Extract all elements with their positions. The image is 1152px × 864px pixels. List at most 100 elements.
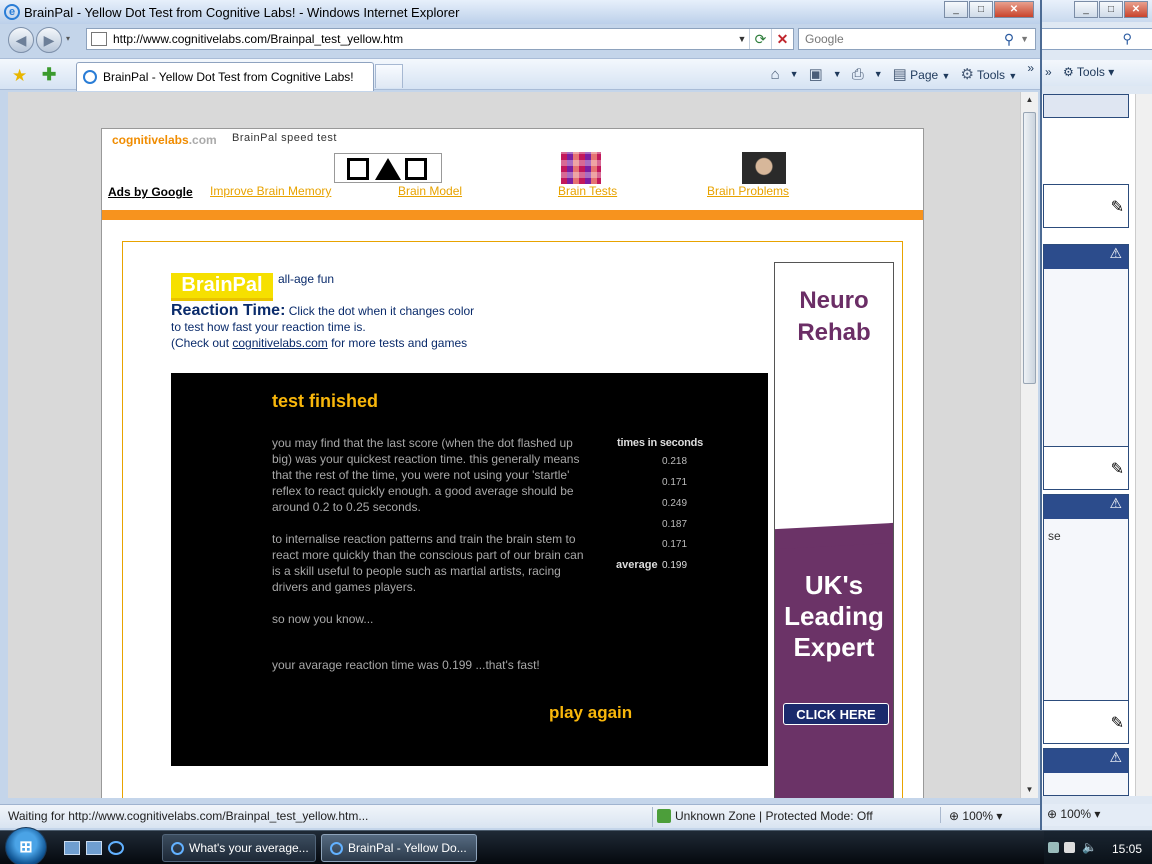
refresh-icon[interactable]: ⟳ — [749, 29, 771, 49]
address-dropdown[interactable]: ▼ — [735, 34, 749, 44]
minimize-button[interactable]: _ — [944, 1, 968, 18]
taskbar-item-average[interactable]: What's your average... — [162, 834, 316, 862]
times-heading: times in seconds — [617, 437, 704, 449]
tools-menu[interactable]: ⚙ Tools ▼ — [960, 65, 1017, 83]
ad-link-brain-model[interactable]: Brain Model — [398, 184, 462, 198]
tab-brainpal[interactable]: BrainPal - Yellow Dot Test from Cognitiv… — [76, 62, 374, 91]
play-again-button[interactable]: play again — [549, 703, 632, 723]
power-icon[interactable] — [1064, 842, 1075, 853]
ie-icon — [330, 842, 343, 855]
clock[interactable]: 15:05 — [1112, 842, 1142, 856]
search-icon[interactable]: ⚲ — [1004, 31, 1014, 48]
game-panel[interactable]: test finished you may find that the last… — [171, 373, 768, 766]
web-page: cognitivelabs.com BrainPal speed test Ad… — [101, 128, 924, 798]
start-button[interactable]: ⊞ — [5, 827, 47, 864]
explanation-paragraph-1: you may find that the last score (when t… — [272, 436, 580, 514]
edit-icon[interactable]: ✎ — [1111, 197, 1124, 217]
page-menu[interactable]: ▤ Page ▼ — [893, 65, 951, 83]
back-button[interactable]: ◀ — [8, 27, 34, 53]
site-subtitle: BrainPal speed test — [232, 132, 337, 144]
search-box[interactable]: Google ⚲ ▼ — [798, 28, 1036, 50]
scroll-thumb[interactable] — [1023, 112, 1036, 384]
favorites-star-icon[interactable]: ★ — [12, 66, 27, 86]
search-dropdown[interactable]: ▼ — [1020, 34, 1029, 44]
reaction-time-intro: Reaction Time: Click the dot when it cha… — [171, 302, 475, 351]
neuro-rehab-ad[interactable]: Neuro Rehab UK's Leading Expert CLICK HERE — [774, 262, 894, 798]
switch-windows-icon[interactable] — [86, 841, 102, 855]
feeds-icon[interactable]: ▣ — [809, 65, 823, 83]
address-input[interactable]: http://www.cognitivelabs.com/Brainpal_te… — [113, 32, 735, 46]
bg-overflow-icon[interactable]: » — [1045, 65, 1052, 79]
ie-icon — [171, 842, 184, 855]
bg-search-icon[interactable]: ⚲ — [1122, 31, 1132, 47]
volume-icon[interactable]: 🔈 — [1082, 840, 1097, 854]
status-bar: Waiting for http://www.cognitivelabs.com… — [0, 804, 1040, 828]
security-zone[interactable]: Unknown Zone | Protected Mode: Off — [652, 807, 873, 827]
browser-window: e BrainPal - Yellow Dot Test from Cognit… — [0, 0, 1042, 830]
forward-button[interactable]: ▶ — [36, 27, 62, 53]
bg-zoom[interactable]: ⊕ 100% ▾ — [1041, 804, 1152, 826]
warning-icon: ⚠ — [1044, 749, 1128, 773]
windows-logo-icon: ⊞ — [19, 839, 33, 856]
bg-command-bar: » ⚙ Tools ▾ — [1041, 60, 1152, 86]
bg-tools-menu[interactable]: ⚙ Tools ▾ — [1063, 65, 1114, 79]
game-explanation: you may find that the last score (when t… — [272, 435, 584, 643]
add-favorites-icon[interactable]: ✚ — [42, 65, 56, 85]
bg-minimize-button[interactable]: _ — [1074, 1, 1098, 18]
edit-icon[interactable]: ✎ — [1111, 459, 1124, 479]
cognitivelabs-link[interactable]: cognitivelabs.com — [232, 336, 327, 350]
ad-link-brain-tests[interactable]: Brain Tests — [558, 184, 617, 198]
search-input[interactable]: Google — [805, 32, 1004, 46]
feeds-dropdown[interactable]: ▼ — [833, 69, 842, 79]
bg-titlebar[interactable]: _ □ ✕ — [1041, 0, 1152, 22]
overflow-chevron-icon[interactable]: » — [1027, 61, 1034, 75]
site-logo[interactable]: cognitivelabs.com — [112, 133, 217, 147]
bg-search-box[interactable]: ⚲ — [1041, 28, 1152, 50]
taskbar: ⊞ What's your average... BrainPal - Yell… — [0, 827, 1152, 864]
ad-click-here-button[interactable]: CLICK HERE — [783, 703, 889, 725]
time-value: 0.218 — [662, 456, 688, 467]
home-icon[interactable]: ⌂ — [771, 66, 780, 83]
scroll-down-arrow[interactable]: ▼ — [1021, 782, 1038, 798]
ad-purple-section: UK's Leading Expert CLICK HERE — [775, 536, 893, 798]
network-icon[interactable] — [1048, 842, 1059, 853]
scroll-up-arrow[interactable]: ▲ — [1021, 92, 1038, 108]
print-icon[interactable]: ⎙ — [852, 66, 864, 83]
titlebar[interactable]: e BrainPal - Yellow Dot Test from Cognit… — [0, 0, 1040, 24]
bg-maximize-button[interactable]: □ — [1099, 1, 1123, 18]
brain-model-thumbnail[interactable] — [334, 153, 442, 183]
vertical-scrollbar[interactable]: ▲ ▼ — [1020, 92, 1038, 798]
show-desktop-icon[interactable] — [64, 841, 80, 855]
home-dropdown[interactable]: ▼ — [790, 69, 799, 79]
system-tray: 🔈 15:05 — [1044, 831, 1152, 864]
navigation-bar: ◀ ▶ ▾ http://www.cognitivelabs.com/Brain… — [0, 26, 1040, 54]
ads-by-google-link[interactable]: Ads by Google — [108, 185, 193, 199]
history-dropdown[interactable]: ▾ — [66, 34, 70, 43]
window-title: BrainPal - Yellow Dot Test from Cognitiv… — [24, 4, 460, 20]
tab-title: BrainPal - Yellow Dot Test from Cognitiv… — [103, 70, 354, 84]
stop-icon[interactable]: ✕ — [771, 29, 793, 49]
bg-close-button[interactable]: ✕ — [1124, 1, 1148, 18]
new-tab-button[interactable] — [375, 64, 403, 88]
address-bar[interactable]: http://www.cognitivelabs.com/Brainpal_te… — [86, 28, 794, 50]
zone-shield-icon — [657, 809, 671, 823]
background-browser-window[interactable]: _ □ ✕ ⚲ » ⚙ Tools ▾ ✎ ⚠ ✎ ⚠ se ✎ ⚠ ⊕ 100… — [1040, 0, 1152, 830]
maximize-button[interactable]: □ — [969, 1, 993, 18]
ad-link-improve-brain-memory[interactable]: Improve Brain Memory — [210, 184, 331, 198]
page-icon — [91, 32, 107, 46]
brain-problems-thumbnail[interactable] — [742, 152, 786, 184]
warning-icon: ⚠ — [1044, 245, 1128, 269]
edit-icon[interactable]: ✎ — [1111, 713, 1124, 733]
print-dropdown[interactable]: ▼ — [874, 69, 883, 79]
ad-link-brain-problems[interactable]: Brain Problems — [707, 184, 789, 198]
bg-scrollbar[interactable] — [1135, 94, 1152, 796]
time-value: 0.249 — [662, 498, 688, 509]
orange-divider — [102, 210, 923, 220]
tab-ie-icon — [83, 70, 97, 84]
close-button[interactable]: ✕ — [994, 1, 1034, 18]
taskbar-item-brainpal[interactable]: BrainPal - Yellow Do... — [321, 834, 477, 862]
brain-tests-thumbnail[interactable] — [561, 152, 601, 184]
status-text: Waiting for http://www.cognitivelabs.com… — [8, 809, 369, 823]
zoom-control[interactable]: ⊕ 100% ▾ — [940, 807, 1036, 823]
ie-quicklaunch-icon[interactable] — [108, 841, 124, 855]
